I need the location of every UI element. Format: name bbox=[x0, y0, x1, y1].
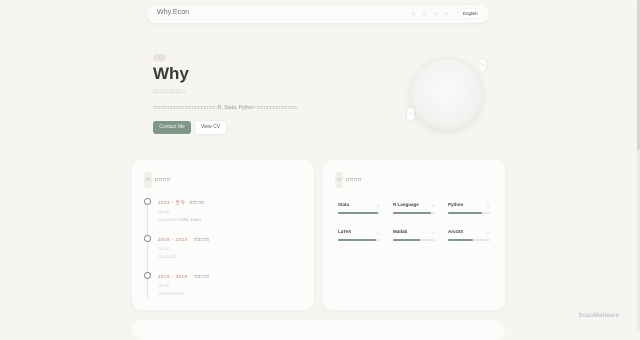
skill-progress-track bbox=[338, 212, 380, 214]
skill-progress-fill bbox=[393, 212, 431, 214]
nav-link-3[interactable]: □ bbox=[434, 11, 437, 16]
next-section-card bbox=[132, 320, 505, 340]
skill-progress-fill bbox=[338, 212, 378, 214]
avatar-badge-top: □ bbox=[479, 59, 486, 71]
timeline-school: □□□ □□ bbox=[158, 210, 170, 214]
avatar bbox=[410, 57, 483, 130]
timeline-degree: □□□ □□ bbox=[189, 200, 204, 205]
skills-card: □ □□□□ Stata □ R Language □ Python □ LaTeX □ Mat… bbox=[323, 160, 505, 310]
skill-progress-fill bbox=[338, 239, 376, 241]
hero-badge: ▫▫ bbox=[153, 54, 166, 61]
hero-subtitle: □□□□□□□ bbox=[153, 89, 186, 95]
timeline-year: 2023 - 至今 bbox=[158, 200, 186, 205]
contact-me-button[interactable]: Contact Me bbox=[153, 121, 191, 134]
skill-icon: □ bbox=[377, 229, 380, 235]
skill-icon: □ bbox=[432, 202, 435, 208]
skill-progress-fill bbox=[448, 212, 482, 214]
nav-link-2[interactable]: □ bbox=[423, 11, 426, 16]
skill-progress-track bbox=[448, 212, 490, 214]
code-icon: □ bbox=[335, 172, 343, 188]
avatar-badge-left: □ bbox=[407, 108, 414, 120]
skill-progress-track bbox=[338, 239, 380, 241]
hero-title: Why bbox=[153, 64, 189, 83]
watermark-logo: ScanMalware bbox=[578, 312, 620, 319]
timeline-degree: □□□ □□ bbox=[194, 274, 209, 279]
skill-progress-track bbox=[448, 239, 490, 241]
language-toggle-button[interactable]: English bbox=[459, 9, 482, 18]
skill-name: ArcGIS bbox=[448, 229, 464, 234]
skill-icon: □ bbox=[487, 202, 490, 208]
timeline-line bbox=[147, 203, 148, 300]
nav-link-4[interactable]: □ bbox=[445, 11, 448, 16]
view-cv-button[interactable]: View CV bbox=[195, 121, 226, 134]
top-navbar: Why.Econ □ □ □ □ English bbox=[147, 5, 489, 23]
timeline-school: □□□ □□ bbox=[158, 284, 170, 288]
hero-description: □□□□□□□□□□□□□□□□□□□□□ R, Stata, Python □… bbox=[153, 105, 298, 111]
timeline-dot bbox=[144, 198, 151, 205]
skill-progress-fill bbox=[448, 239, 474, 241]
skills-title: □□□□ bbox=[346, 177, 363, 183]
timeline-dot bbox=[144, 272, 151, 279]
timeline-year: 2019 - 2023 bbox=[158, 237, 188, 242]
education-card: □ □□□□ 2023 - 至今 □□□ □□ □□□ □□ □□□□□□□□□… bbox=[132, 160, 314, 310]
skill-name: Matlab bbox=[393, 229, 408, 234]
timeline-note: □□□□□□□□□ bbox=[158, 255, 178, 259]
skill-icon: □ bbox=[487, 229, 490, 235]
skill-name: R Language bbox=[393, 202, 419, 207]
timeline-year: 2015 - 2019 bbox=[158, 274, 188, 279]
nav-link-1[interactable]: □ bbox=[412, 11, 415, 16]
skill-icon: □ bbox=[377, 202, 380, 208]
skill-name: LaTeX bbox=[338, 229, 352, 234]
skill-progress-track bbox=[393, 239, 435, 241]
skill-progress-track bbox=[393, 212, 435, 214]
timeline-note: □□□□□□□□□□□GPA: 3.9/4.0 bbox=[158, 218, 202, 222]
timeline-school: □□□ □□ bbox=[158, 247, 170, 251]
nav-links: □ □ □ □ bbox=[412, 11, 448, 16]
timeline-dot bbox=[144, 235, 151, 242]
graduation-icon: □ bbox=[144, 172, 152, 188]
skill-name: Stata bbox=[338, 202, 350, 207]
skill-icon: □ bbox=[432, 229, 435, 235]
timeline-note: □□□□□□□□□□□□ bbox=[158, 292, 184, 296]
education-title: □□□□ bbox=[155, 177, 172, 183]
skill-progress-fill bbox=[393, 239, 421, 241]
skill-name: Python bbox=[448, 202, 464, 207]
timeline-degree: □□□ □□ bbox=[194, 237, 209, 242]
brand-logo[interactable]: Why.Econ bbox=[157, 9, 189, 16]
